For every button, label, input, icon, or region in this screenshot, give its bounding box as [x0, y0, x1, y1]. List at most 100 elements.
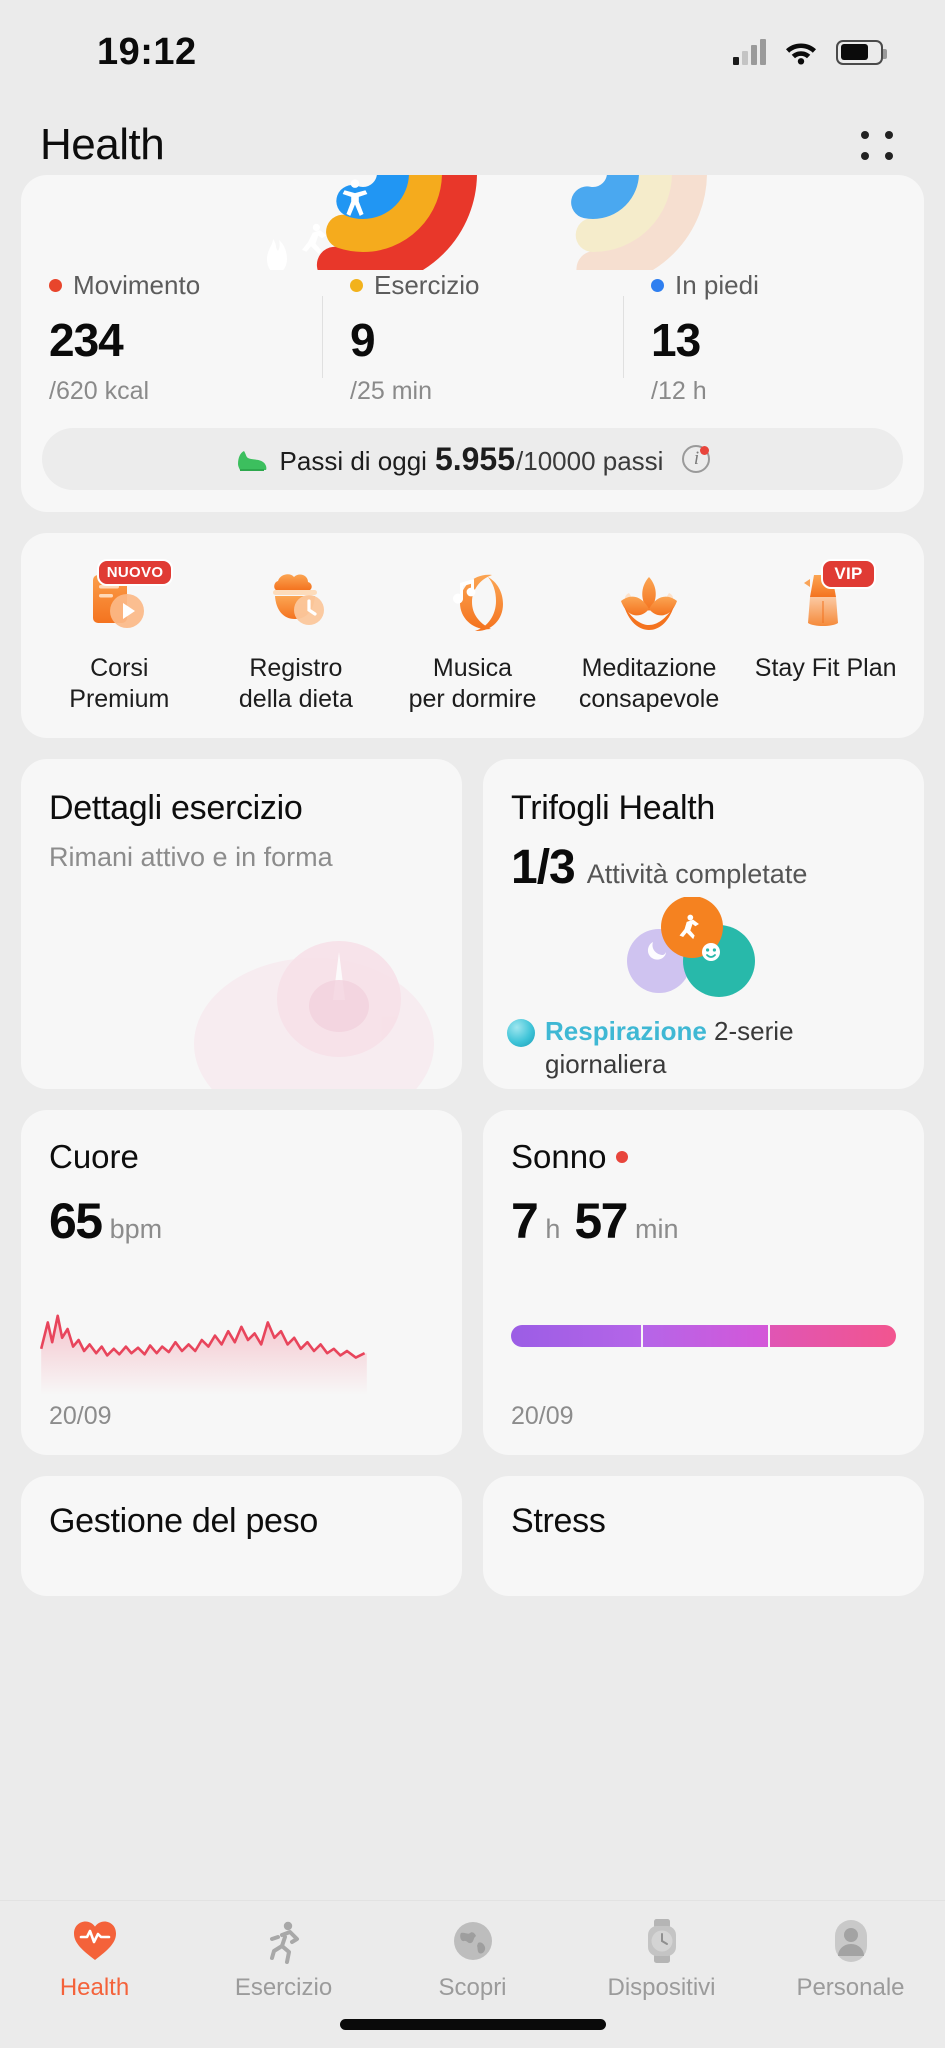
stat-label-wrap: Movimento	[49, 270, 322, 301]
status-bar: 19:12	[0, 0, 945, 104]
running-person-icon	[258, 1915, 310, 1967]
card-subtitle: Rimani attivo e in forma	[49, 841, 333, 872]
tab-health[interactable]: Health	[0, 1915, 189, 2002]
weight-management-card[interactable]: Gestione del peso	[21, 1475, 462, 1596]
stat-value: 234	[49, 314, 124, 366]
status-time: 19:12	[97, 30, 197, 73]
shortcut-label: Corsi Premium	[69, 653, 169, 716]
tab-dispositivi[interactable]: Dispositivi	[567, 1915, 756, 2002]
sleep-hours: 7	[511, 1192, 539, 1249]
details-row: Dettagli esercizio Rimani attivo e in fo…	[0, 758, 945, 1089]
stat-label: In piedi	[675, 270, 759, 300]
premium-course-icon: NUOVO	[77, 559, 174, 645]
sleep-minutes-unit: min	[634, 1213, 679, 1244]
shortcut-corsi-premium[interactable]: NUOVO Corsi Premium	[31, 559, 208, 716]
sleep-segment-1	[511, 1324, 641, 1347]
shortcut-label: Musica per dormire	[409, 653, 537, 716]
sleep-music-icon	[430, 561, 514, 645]
heart-pulse-icon	[69, 1915, 121, 1967]
sleep-card[interactable]: Sonno 7 h 57 min 20/09	[483, 1109, 924, 1455]
shortcut-label-line1: Corsi	[90, 654, 149, 682]
peek-cards-row: Gestione del peso Stress	[0, 1475, 945, 1596]
sleep-segment-3	[770, 1324, 896, 1347]
steps-goal: /10000 passi	[516, 445, 664, 476]
stat-esercizio[interactable]: Esercizio 9 /25 min	[322, 270, 623, 406]
nuovo-badge: NUOVO	[96, 559, 174, 586]
heart-value-row: 65 bpm	[21, 1176, 462, 1250]
trifogli-footer[interactable]: Respirazione 2-serie giornaliera	[483, 1015, 924, 1082]
shortcut-label-line1: Musica	[432, 654, 513, 682]
tab-label: Personale	[796, 1974, 905, 2001]
person-icon	[825, 1915, 877, 1967]
diet-log-icon	[254, 561, 338, 645]
shortcut-label-line2: per dormire	[408, 685, 537, 714]
trifogli-count-row: 1/3 Attività completate	[483, 828, 924, 895]
shortcut-musica-dormire[interactable]: Musica per dormire	[384, 561, 561, 716]
more-options-icon[interactable]	[861, 130, 893, 160]
wifi-icon	[784, 39, 818, 65]
shortcut-label: Stay Fit Plan	[755, 653, 897, 684]
stat-label: Esercizio	[374, 270, 480, 300]
stat-label-wrap: Esercizio	[350, 270, 623, 301]
app-header: Health	[0, 104, 945, 186]
shortcut-label-line2: consapevole	[578, 685, 720, 714]
tab-scopri[interactable]: Scopri	[378, 1915, 567, 2002]
stay-fit-icon: VIP	[784, 559, 876, 645]
home-indicator[interactable]	[339, 2019, 606, 2030]
meditation-icon	[607, 561, 691, 645]
activity-rings-graphic	[21, 175, 924, 270]
in-piedi-dot-icon	[651, 279, 664, 292]
exercise-details-card[interactable]: Dettagli esercizio Rimani attivo e in fo…	[21, 758, 462, 1089]
steps-summary-pill[interactable]: Passi di oggi 5.955 /10000 passi i	[42, 428, 903, 490]
stress-card[interactable]: Stress	[483, 1475, 924, 1596]
shortcut-label: Registro della dieta	[239, 653, 353, 716]
stat-goal: /12 h	[651, 377, 707, 405]
tab-label: Scopri	[438, 1974, 507, 2001]
tab-label: Health	[59, 1974, 130, 2001]
esercizio-dot-icon	[350, 279, 363, 292]
tab-personale[interactable]: Personale	[756, 1915, 945, 2002]
steps-value: 5.955	[434, 440, 516, 477]
stat-label-wrap: In piedi	[651, 270, 924, 301]
shortcut-label-line1: Stay Fit Plan	[754, 654, 897, 682]
sleep-hours-unit: h	[545, 1213, 561, 1244]
trifogli-health-card[interactable]: Trifogli Health 1/3 Attività completate	[483, 758, 924, 1089]
sleep-minutes: 57	[574, 1192, 628, 1249]
sleep-stage-bar	[511, 1324, 896, 1347]
metrics-row: Cuore 65 bpm 20/09 Sonno 7 h 57 min 20/0…	[0, 1109, 945, 1455]
card-title: Sonno	[483, 1110, 924, 1176]
cellular-signal-icon	[733, 39, 766, 65]
heart-rate-card[interactable]: Cuore 65 bpm 20/09	[21, 1109, 462, 1455]
shortcut-registro-dieta[interactable]: Registro della dieta	[208, 561, 385, 716]
respirazione-icon	[507, 1018, 535, 1047]
heart-date: 20/09	[49, 1401, 112, 1430]
card-title: Trifogli Health	[511, 788, 715, 827]
stat-value: 13	[651, 314, 701, 366]
watch-icon	[636, 1915, 688, 1967]
tab-esercizio[interactable]: Esercizio	[189, 1915, 378, 2002]
page-title: Health	[40, 120, 165, 169]
steps-prefix: Passi di oggi	[279, 445, 427, 476]
stat-goal: /620 kcal	[49, 377, 150, 405]
app-screen: 19:12 Health Movimento 234 /620 kcal Ese…	[0, 0, 945, 2048]
shortcut-meditazione[interactable]: Meditazione consapevole	[561, 561, 738, 716]
trifogli-footer-text: Respirazione 2-serie giornaliera	[545, 1015, 794, 1082]
respirazione-link[interactable]: Respirazione	[545, 1016, 707, 1046]
stat-in-piedi[interactable]: In piedi 13 /12 h	[623, 270, 924, 406]
shortcut-label: Meditazione consapevole	[579, 653, 719, 716]
stat-movimento[interactable]: Movimento 234 /620 kcal	[21, 270, 322, 406]
info-icon[interactable]: i	[682, 445, 711, 473]
shortcut-label-line2: Premium	[69, 685, 170, 714]
content-scroll[interactable]: Movimento 234 /620 kcal Esercizio 9 /25 …	[0, 175, 945, 1900]
trifogli-count-label: Attività completate	[586, 858, 808, 889]
shortcuts-row: NUOVO Corsi Premium Registro della dieta…	[21, 533, 924, 738]
card-title: Gestione del peso	[49, 1501, 318, 1540]
tab-label: Esercizio	[234, 1974, 333, 2001]
status-icons	[733, 39, 887, 65]
activity-stats-row: Movimento 234 /620 kcal Esercizio 9 /25 …	[21, 270, 924, 406]
shortcut-stay-fit-plan[interactable]: VIP Stay Fit Plan	[737, 559, 914, 716]
footer-rest-2: giornaliera	[545, 1048, 667, 1079]
movimento-dot-icon	[49, 279, 62, 292]
activity-rings-card[interactable]: Movimento 234 /620 kcal Esercizio 9 /25 …	[21, 175, 924, 512]
card-title: Dettagli esercizio	[49, 788, 303, 827]
